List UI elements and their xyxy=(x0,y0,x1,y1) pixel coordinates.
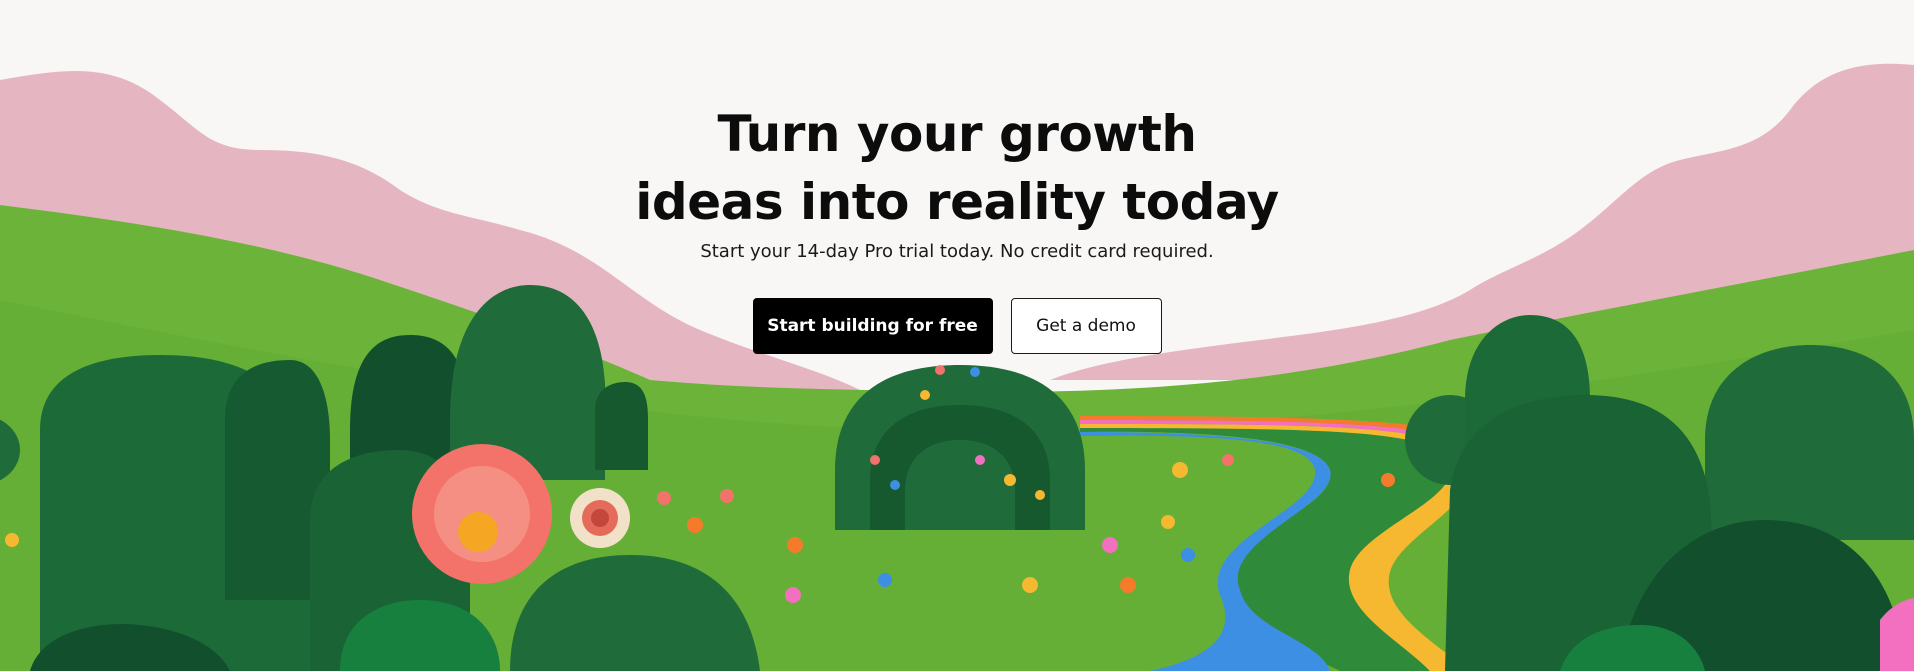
cta-group: Start building for free Get a demo xyxy=(0,298,1914,354)
hero-copy: Turn your growth ideas into reality toda… xyxy=(0,100,1914,354)
headline-line-2: ideas into reality today xyxy=(635,173,1279,231)
headline-line-1: Turn your growth xyxy=(717,105,1197,163)
start-building-button[interactable]: Start building for free xyxy=(752,298,993,354)
hero-subtitle: Start your 14-day Pro trial today. No cr… xyxy=(700,241,1214,262)
hero-section: Turn your growth ideas into reality toda… xyxy=(0,0,1914,671)
get-demo-button[interactable]: Get a demo xyxy=(1010,298,1162,354)
hedge-arch xyxy=(835,365,1085,530)
page-title: Turn your growth ideas into reality toda… xyxy=(557,100,1357,236)
